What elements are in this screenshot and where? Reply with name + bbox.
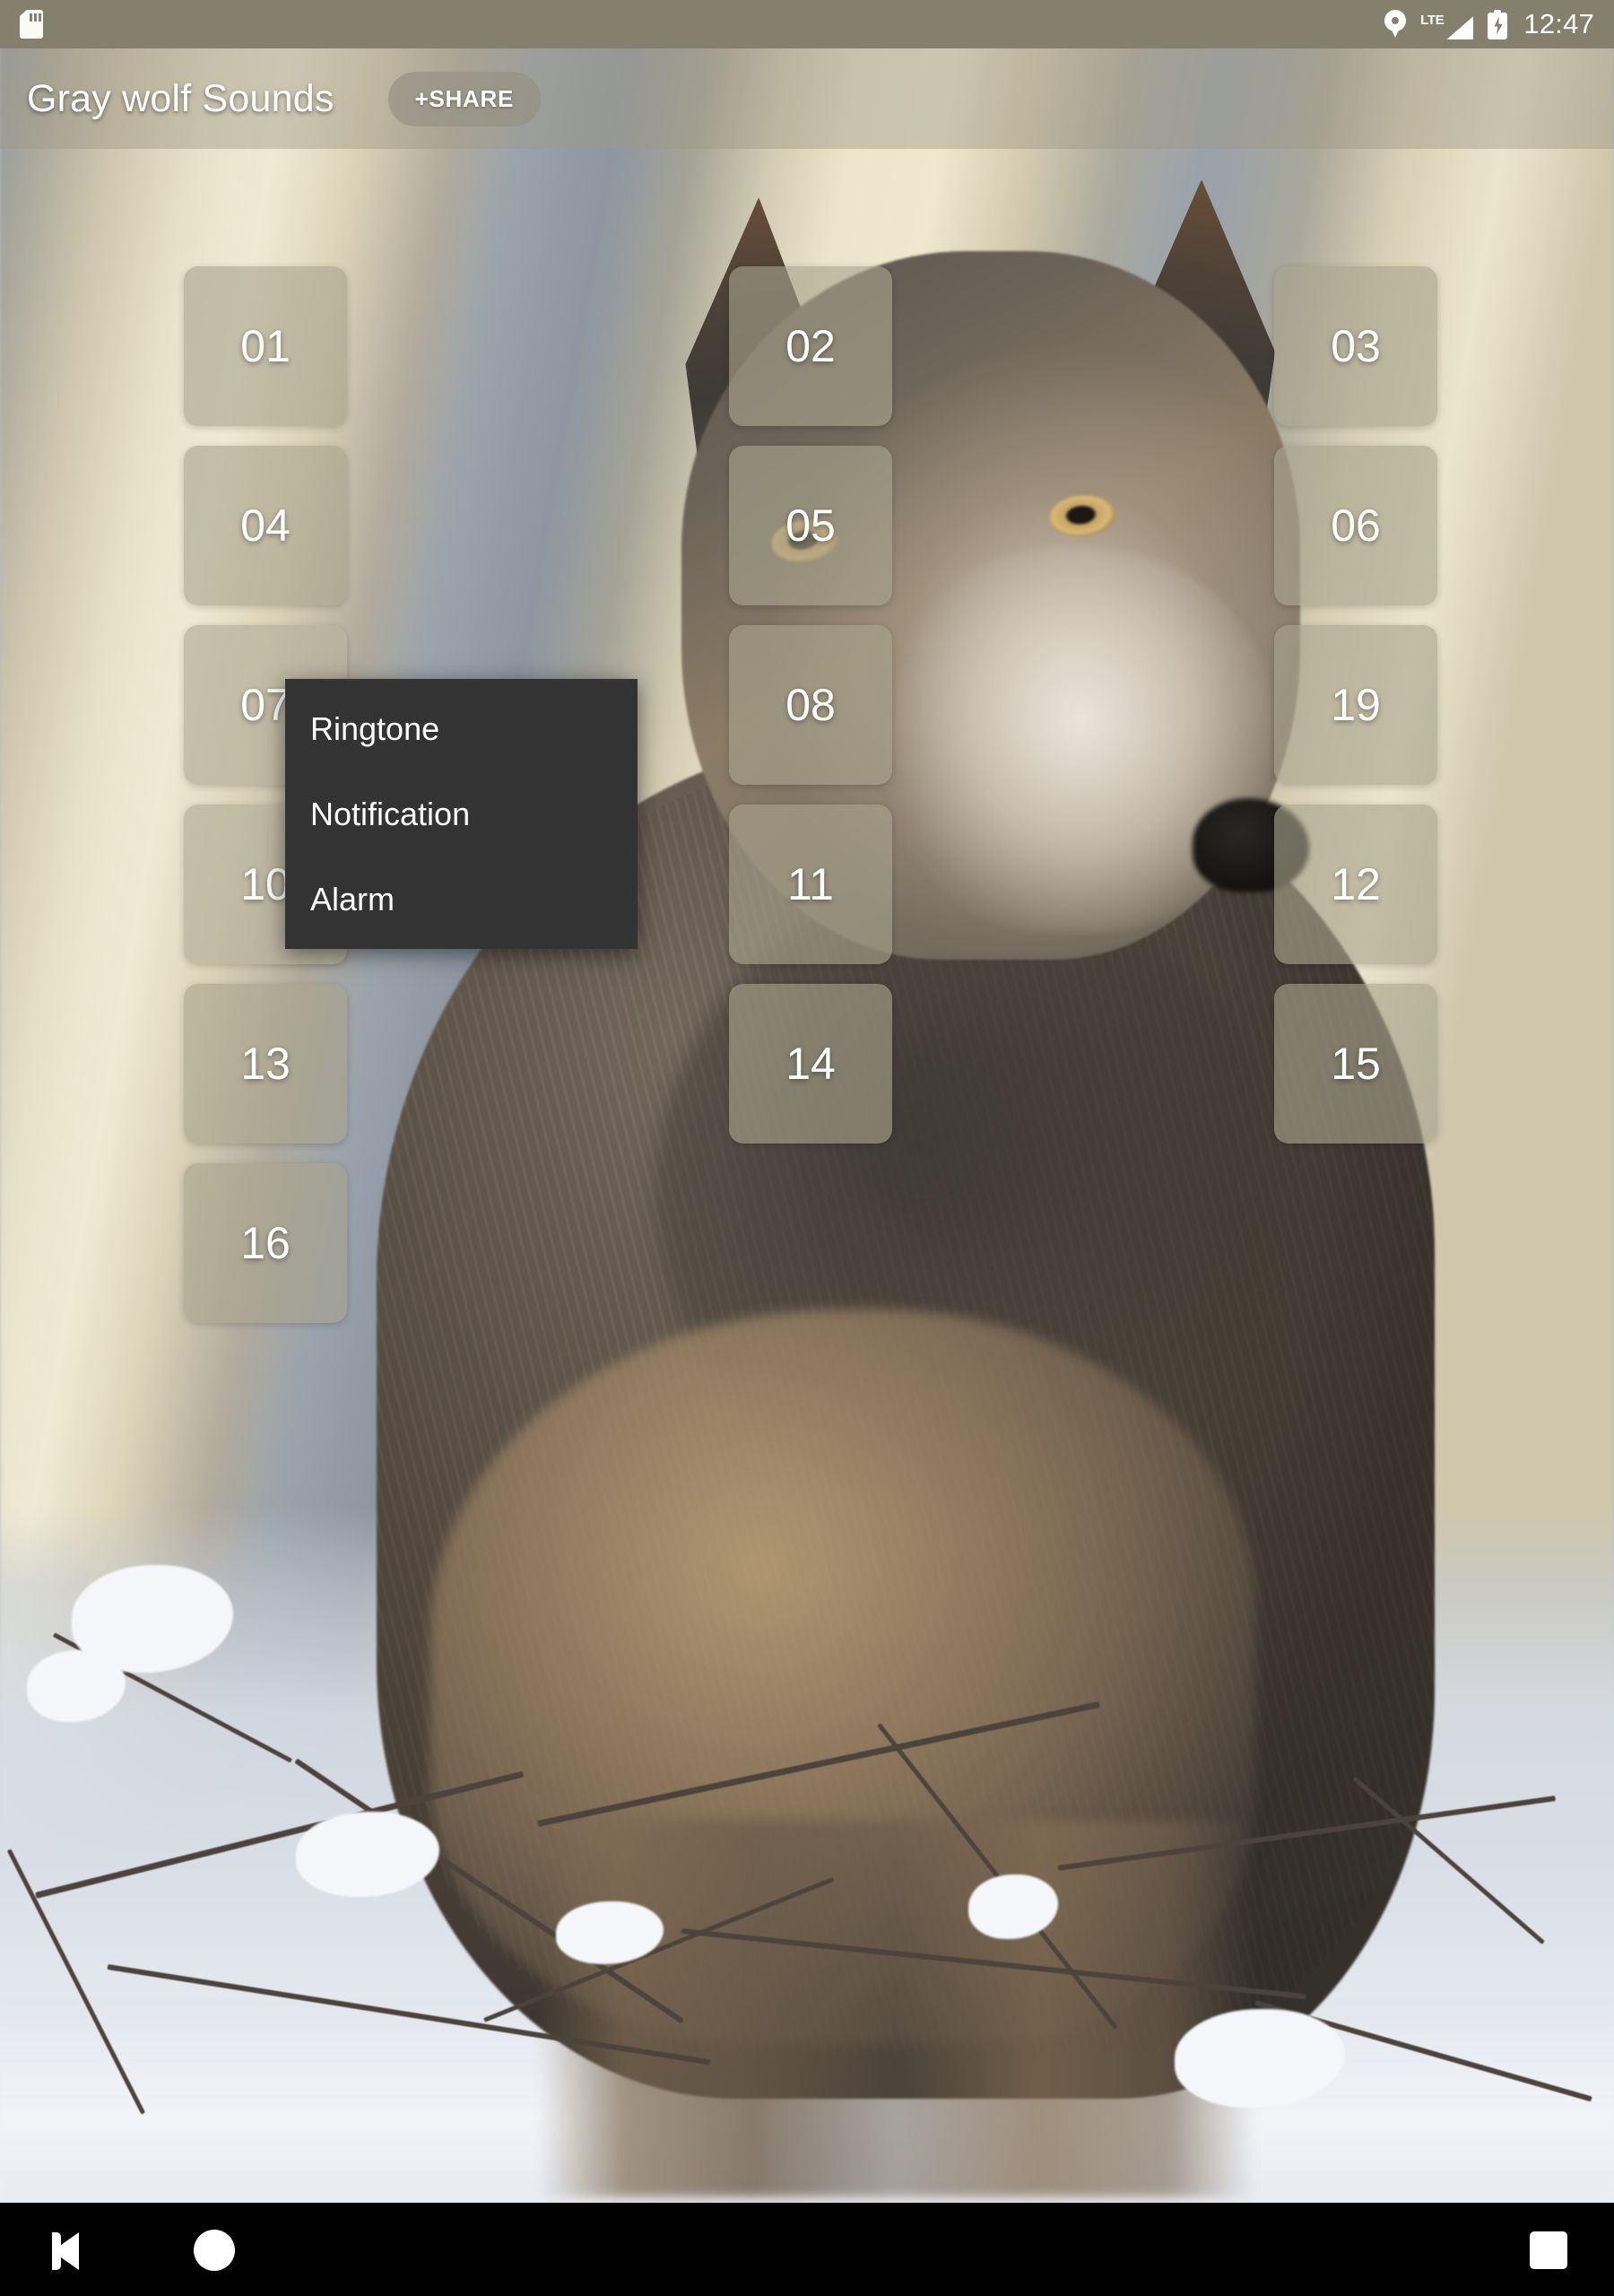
status-bar-right: LTE 12:47 <box>1384 8 1594 40</box>
signal-bars-icon: LTE <box>1420 9 1474 39</box>
share-button[interactable]: +SHARE <box>387 71 541 126</box>
status-bar-clock: 12:47 <box>1523 8 1594 39</box>
status-bar: LTE 12:47 <box>0 0 1614 48</box>
context-menu-item-alarm[interactable]: Alarm <box>285 857 638 942</box>
sound-button-05[interactable]: 05 <box>729 446 892 605</box>
sound-button-13[interactable]: 13 <box>184 984 347 1144</box>
recents-square-icon[interactable] <box>1530 2231 1567 2269</box>
sound-button-08[interactable]: 08 <box>729 625 892 785</box>
sound-button-19[interactable]: 19 <box>1274 625 1437 785</box>
page-title: Gray wolf Sounds <box>27 76 334 120</box>
sound-button-15[interactable]: 15 <box>1274 984 1437 1144</box>
sound-button-03[interactable]: 03 <box>1274 266 1437 426</box>
sound-button-12[interactable]: 12 <box>1274 804 1437 964</box>
sd-card-icon <box>20 10 43 39</box>
context-menu-item-notification[interactable]: Notification <box>285 771 638 857</box>
context-menu-item-ringtone[interactable]: Ringtone <box>285 686 638 771</box>
sound-button-06[interactable]: 06 <box>1274 446 1437 605</box>
system-navigation-bar <box>0 2203 1614 2296</box>
network-type-label: LTE <box>1420 13 1445 28</box>
status-bar-left <box>20 10 43 39</box>
sound-button-04[interactable]: 04 <box>184 446 347 605</box>
context-menu: Ringtone Notification Alarm <box>285 679 638 949</box>
app-screen: LTE 12:47 Gray wolf Sounds +SHARE 01 02 03… <box>0 0 1614 2296</box>
battery-charging-icon <box>1488 9 1508 39</box>
sound-button-14[interactable]: 14 <box>729 984 892 1144</box>
sound-button-01[interactable]: 01 <box>184 266 347 426</box>
app-bar: Gray wolf Sounds +SHARE <box>0 48 1614 149</box>
sound-button-16[interactable]: 16 <box>184 1163 347 1323</box>
sound-button-02[interactable]: 02 <box>729 266 892 426</box>
sound-button-11[interactable]: 11 <box>729 804 892 964</box>
sound-button-grid: 01 02 03 04 05 06 07 08 19 10 11 12 13 14 15 16 <box>0 149 1614 2203</box>
location-pin-icon <box>1384 10 1407 39</box>
home-circle-icon[interactable] <box>194 2230 235 2271</box>
back-triangle-icon[interactable] <box>52 2232 79 2270</box>
